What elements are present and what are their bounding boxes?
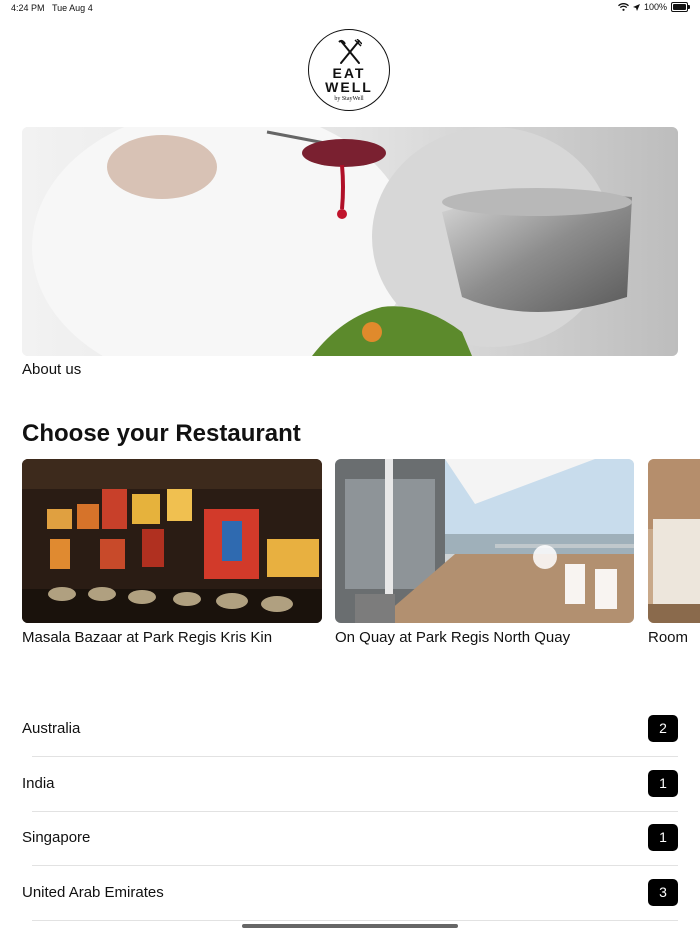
restaurant-count-badge: 2 (648, 715, 678, 742)
battery-fill (673, 4, 686, 10)
about-us-hero-image[interactable] (22, 127, 678, 356)
restaurant-card-name[interactable]: Room (648, 629, 688, 646)
battery-icon (671, 2, 690, 12)
about-us-link[interactable]: About us (22, 361, 81, 378)
room-photo (648, 459, 700, 623)
status-date: Tue Aug 4 (52, 3, 93, 13)
restaurant-count-badge: 1 (648, 770, 678, 797)
restaurant-card-name[interactable]: On Quay at Park Regis North Quay (335, 629, 570, 646)
status-time: 4:24 PM (11, 3, 45, 13)
masala-bazaar-photo (22, 459, 322, 623)
country-name: India (22, 775, 55, 792)
home-indicator[interactable] (242, 924, 458, 928)
country-row[interactable]: Australia 2 (0, 703, 700, 757)
location-arrow-icon (632, 3, 640, 11)
eat-well-logo: EAT WELL by StayWell (308, 29, 390, 111)
restaurant-count-badge: 1 (648, 824, 678, 851)
country-name: Australia (22, 720, 81, 737)
restaurant-card-image[interactable] (22, 459, 322, 623)
restaurant-card-image[interactable] (648, 459, 700, 623)
country-row[interactable]: India 1 (0, 758, 700, 812)
row-divider (32, 920, 678, 921)
logo-text-well: WELL (325, 79, 373, 95)
restaurants-heading: Choose your Restaurant (22, 420, 301, 447)
restaurant-count-badge: 3 (648, 879, 678, 906)
status-right: 100% (618, 2, 690, 12)
battery-percent: 100% (643, 2, 667, 12)
country-row[interactable]: United Arab Emirates 3 (0, 867, 700, 921)
logo-text-eat: EAT (332, 65, 366, 81)
on-quay-photo (335, 459, 634, 623)
status-bar: 4:24 PM Tue Aug 4 100% (0, 0, 700, 18)
chef-photo (22, 127, 678, 356)
country-row[interactable]: Singapore 1 (0, 812, 700, 866)
logo-tagline: by StayWell (334, 96, 364, 102)
row-divider (32, 865, 678, 866)
restaurant-card-name[interactable]: Masala Bazaar at Park Regis Kris Kin (22, 629, 272, 646)
fork-knife-icon (338, 39, 362, 64)
country-name: United Arab Emirates (22, 884, 164, 901)
restaurant-card-image[interactable] (335, 459, 634, 623)
row-divider (32, 756, 678, 757)
wifi-icon (618, 3, 629, 11)
country-name: Singapore (22, 829, 91, 846)
